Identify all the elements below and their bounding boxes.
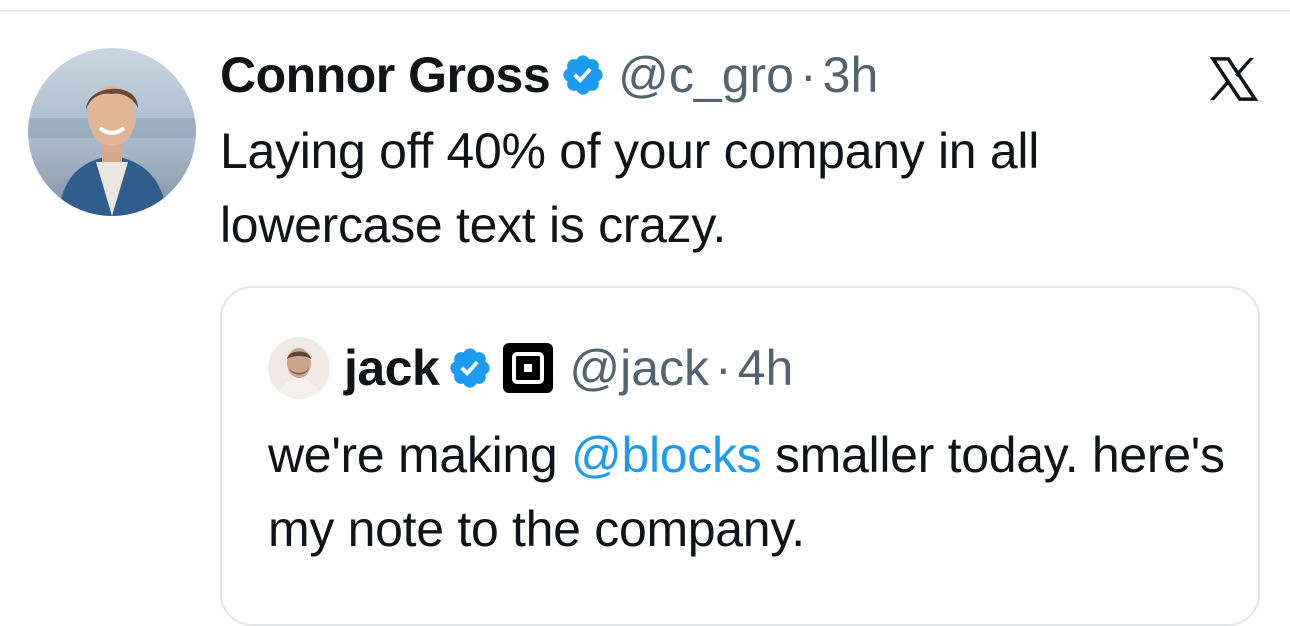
quoted-verified-badge-icon xyxy=(450,348,490,388)
author-avatar[interactable] xyxy=(28,48,196,216)
quoted-author-handle[interactable]: @jack xyxy=(569,339,709,397)
quoted-tweet-card[interactable]: jack @jack · 4h we're making @blocks sma… xyxy=(220,286,1260,626)
x-logo-icon xyxy=(1209,57,1259,101)
tweet[interactable]: Connor Gross @c_gro · 3h Laying off 40% … xyxy=(0,0,1290,626)
tweet-timestamp[interactable]: 3h xyxy=(823,46,879,104)
tweet-header: Connor Gross @c_gro · 3h xyxy=(220,40,878,110)
quoted-text-before: we're making xyxy=(268,427,571,483)
tweet-text: Laying off 40% of your company in all lo… xyxy=(220,123,1040,253)
mention-link[interactable]: @blocks xyxy=(571,427,762,483)
quoted-tweet-timestamp[interactable]: 4h xyxy=(738,339,794,397)
author-display-name[interactable]: Connor Gross xyxy=(220,46,551,104)
quoted-tweet-text: we're making @blocks smaller today. here… xyxy=(268,418,1248,566)
quoted-tweet-header: jack @jack · 4h xyxy=(268,336,793,400)
verified-badge-icon xyxy=(563,55,603,95)
quoted-author-avatar[interactable] xyxy=(268,337,330,399)
author-handle[interactable]: @c_gro xyxy=(618,46,794,104)
block-logo-icon[interactable] xyxy=(503,343,554,393)
header-separator: · xyxy=(799,47,817,103)
quoted-author-display-name[interactable]: jack xyxy=(344,339,440,397)
quoted-header-separator: · xyxy=(715,340,732,396)
